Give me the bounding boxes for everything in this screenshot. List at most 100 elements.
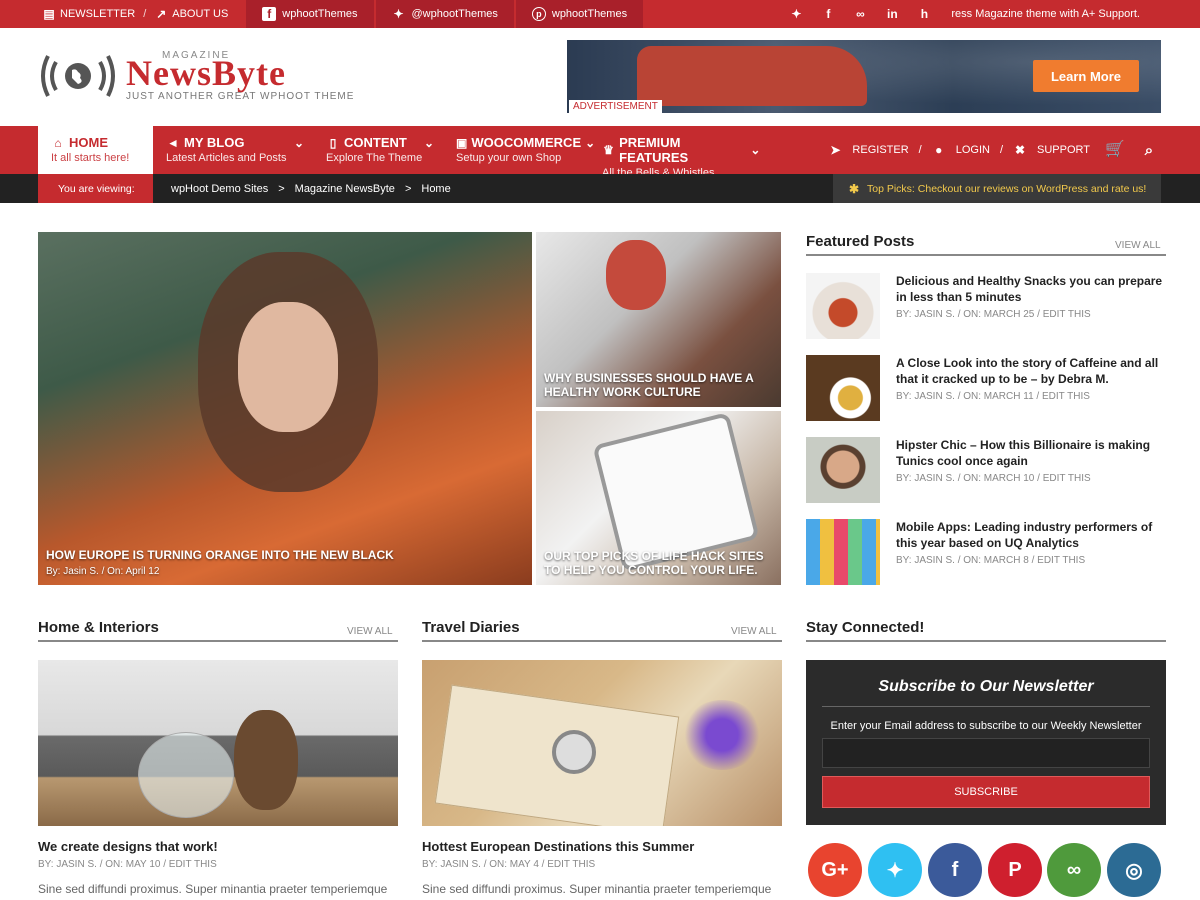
breadcrumb-trail: wpHoot Demo Sites > Magazine NewsByte > …	[171, 174, 451, 203]
divider: /	[999, 144, 1004, 156]
breadcrumb-label: You are viewing:	[38, 174, 153, 203]
nav-item-home[interactable]: ⌂ HOME It all starts here!	[38, 126, 153, 174]
list-icon: ▤	[43, 7, 55, 21]
home-interiors-view-all[interactable]: VIEW ALL	[347, 626, 393, 637]
travel-view-all[interactable]: VIEW ALL	[731, 626, 777, 637]
newsletter-widget: Subscribe to Our Newsletter Enter your E…	[806, 660, 1166, 825]
flowers-shape	[682, 700, 762, 770]
houzz-icon[interactable]: h	[917, 7, 931, 21]
compass-shape	[552, 730, 596, 774]
support-link[interactable]: SUPPORT	[1037, 144, 1090, 156]
glass-bowl-shape	[138, 732, 234, 818]
nav-item-my-blog[interactable]: ◄ MY BLOG ⌄ Latest Articles and Posts	[166, 126, 306, 174]
bullhorn-icon: ◄	[167, 135, 179, 150]
logo-name: NewsByte	[126, 52, 286, 93]
twitter-icon[interactable]: ✦	[789, 7, 803, 21]
breadcrumb-item[interactable]: Magazine NewsByte	[295, 183, 395, 195]
featured-posts-title: Featured Posts	[806, 233, 1166, 256]
tripadvisor-icon[interactable]: ∞	[1047, 843, 1101, 897]
search-icon[interactable]: ⌕	[1142, 143, 1156, 158]
tagline: JUST ANOTHER GREAT WPHOOT THEME	[126, 90, 355, 102]
twitter-icon: ✦	[393, 7, 404, 21]
brand-text: MAGAZINE NewsByte JUST ANOTHER GREAT WPH…	[126, 50, 355, 102]
facebook-top-link[interactable]: f wphootThemes	[246, 0, 374, 28]
chevron-down-icon: ⌄	[585, 135, 596, 150]
hero-top-title: WHY BUSINESSES SHOULD HAVE A HEALTHY WOR…	[544, 371, 754, 399]
hero-top-image	[606, 240, 666, 310]
divider: /	[918, 144, 922, 156]
travel-image	[422, 660, 782, 826]
advertisement-banner[interactable]: ADVERTISEMENT Learn More	[567, 40, 1161, 113]
newsletter-title: Subscribe to Our Newsletter	[822, 678, 1150, 707]
featured-post[interactable]: Hipster Chic – How this Billionaire is m…	[806, 437, 1166, 503]
external-link-icon: ↗	[156, 7, 167, 21]
section-title-home-interiors: Home & Interiors	[38, 619, 398, 642]
pinterest-top-link[interactable]: p wphootThemes	[515, 0, 644, 28]
nav-right: ➤ REGISTER / ● LOGIN / ✖ SUPPORT 🛒 ⌕	[828, 126, 1156, 174]
login-link[interactable]: LOGIN	[956, 144, 990, 156]
card-title[interactable]: Hottest European Destinations this Summe…	[422, 839, 782, 854]
travel-card[interactable]: Hottest European Destinations this Summe…	[422, 660, 782, 896]
linkedin-icon[interactable]: in	[885, 7, 899, 21]
user-icon: ●	[935, 143, 943, 157]
breadcrumb-separator: >	[404, 182, 412, 195]
home-interiors-image	[38, 660, 398, 826]
subscribe-button[interactable]: SUBSCRIBE	[822, 776, 1150, 808]
facebook-icon[interactable]: f	[928, 843, 982, 897]
top-picks-banner[interactable]: ✱ Top Picks: Checkout our reviews on Wor…	[833, 174, 1161, 203]
facebook-icon[interactable]: f	[821, 7, 835, 21]
home-icon: ⌂	[54, 135, 62, 150]
support-icon: ✖	[1014, 143, 1026, 157]
hero-bottom-post[interactable]: OUR TOP PICKS OF LIFE HACK SITES TO HELP…	[536, 411, 781, 585]
learn-more-button[interactable]: Learn More	[1033, 60, 1139, 92]
document-icon: ▯	[329, 135, 337, 150]
ticker-text: ress Magazine theme with A+ Support.	[951, 8, 1140, 20]
featured-view-all[interactable]: VIEW ALL	[1115, 240, 1161, 251]
tripadvisor-icon[interactable]: ∞	[853, 7, 867, 21]
featured-post[interactable]: A Close Look into the story of Caffeine …	[806, 355, 1166, 421]
breadcrumb-item: Home	[421, 182, 451, 195]
hero-main-post[interactable]: HOW EUROPE IS TURNING ORANGE INTO THE NE…	[38, 232, 532, 585]
ad-label: ADVERTISEMENT	[569, 100, 662, 113]
logo-small-text: MAGAZINE	[162, 50, 231, 61]
site-logo[interactable]: MAGAZINE NewsByte JUST ANOTHER GREAT WPH…	[38, 50, 354, 102]
nav-item-content[interactable]: ▯ CONTENT ⌄ Explore The Theme	[326, 126, 436, 174]
google-plus-icon[interactable]: G+	[808, 843, 862, 897]
instagram-icon[interactable]: ◎	[1107, 843, 1161, 897]
featured-thumb-apps	[806, 519, 880, 585]
featured-post[interactable]: Delicious and Healthy Snacks you can pre…	[806, 273, 1166, 339]
top-bar: ▤ NEWSLETTER / ↗ ABOUT US f wphootThemes…	[0, 0, 1200, 28]
card-title[interactable]: We create designs that work!	[38, 839, 398, 854]
card-meta: BY: JASIN S. / ON: MAY 10 / EDIT THIS	[38, 859, 217, 870]
chevron-down-icon: ⌄	[423, 135, 435, 150]
about-link[interactable]: ↗ ABOUT US	[154, 7, 228, 21]
featured-post[interactable]: Mobile Apps: Leading industry performers…	[806, 519, 1166, 585]
nav-item-woocommerce[interactable]: ▣ WOOCOMMERCE ⌄ Setup your own Shop	[456, 126, 595, 174]
featured-thumb-coffee	[806, 355, 880, 421]
pinterest-icon[interactable]: P	[988, 843, 1042, 897]
cart-icon[interactable]: 🛒	[1105, 142, 1125, 158]
newsletter-text: Enter your Email address to subscribe to…	[830, 720, 1142, 732]
broadcast-globe-icon	[41, 55, 115, 97]
main-nav: ⌂ HOME It all starts here! ◄ MY BLOG ⌄ Late…	[0, 126, 1200, 179]
twitter-icon[interactable]: ✦	[868, 843, 922, 897]
register-link[interactable]: REGISTER	[852, 144, 908, 156]
hero-main-title[interactable]: HOW EUROPE IS TURNING ORANGE INTO THE NE…	[46, 548, 394, 562]
chevron-down-icon: ⌄	[750, 143, 761, 157]
nav-item-premium-features[interactable]: ♛ PREMIUM FEATURES ⌄ All the Bells & Whist…	[602, 126, 762, 179]
paper-plane-icon: ➤	[830, 143, 841, 157]
home-interiors-card[interactable]: We create designs that work! BY: JASIN S…	[38, 660, 398, 896]
hero-main-face	[238, 302, 338, 432]
pinterest-icon: p	[531, 7, 546, 21]
email-field[interactable]	[822, 738, 1150, 768]
newsletter-link[interactable]: ▤ NEWSLETTER	[42, 7, 135, 21]
stay-connected-title: Stay Connected!	[806, 619, 1166, 642]
twitter-top-link[interactable]: ✦ @wphootThemes	[375, 0, 514, 28]
breadcrumb-item[interactable]: wpHoot Demo Sites	[171, 183, 268, 195]
hero-top-post[interactable]: WHY BUSINESSES SHOULD HAVE A HEALTHY WOR…	[536, 232, 781, 407]
breadcrumb-separator: >	[278, 182, 285, 195]
hero-main-meta: By: Jasin S. / On: April 12	[46, 566, 160, 577]
breadcrumb: You are viewing: wpHoot Demo Sites > Mag…	[0, 174, 1200, 203]
pinecone-shape	[234, 710, 298, 810]
gift-icon: ▣	[456, 135, 468, 150]
